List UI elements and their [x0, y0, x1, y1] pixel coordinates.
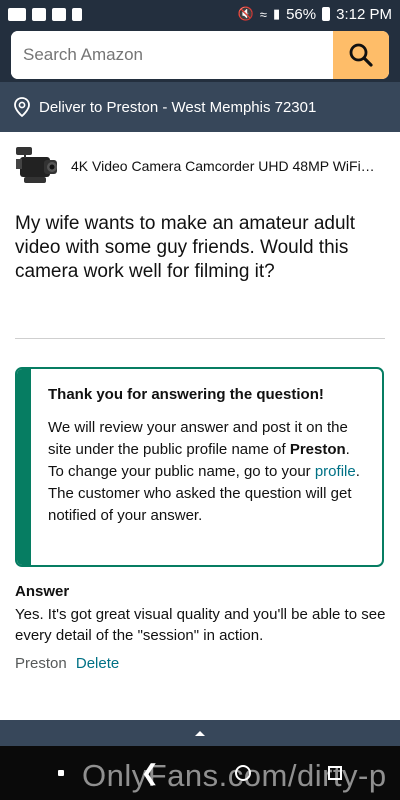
- public-profile-name: Preston: [289, 441, 346, 458]
- camcorder-product-image: [14, 143, 60, 189]
- answer-author: Preston: [15, 655, 67, 672]
- clock: 3:12 PM: [336, 5, 392, 23]
- notification-icon: [72, 7, 82, 21]
- facebook-icon: [32, 7, 46, 21]
- status-bar: 🔇 ≈ ▮ 56% 3:12 PM: [0, 0, 400, 28]
- product-row[interactable]: 4K Video Camera Camcorder UHD 48MP WiFi…: [14, 143, 386, 189]
- b-app-icon: [52, 7, 66, 21]
- answer-heading: Answer: [15, 583, 70, 600]
- mute-icon: 🔇: [237, 6, 254, 21]
- youtube-icon: [8, 7, 26, 21]
- home-button[interactable]: [235, 765, 252, 781]
- search-input[interactable]: [11, 31, 333, 79]
- delete-answer-link[interactable]: Delete: [76, 655, 119, 672]
- alert-body: We will review your answer and post it o…: [48, 417, 368, 527]
- search-button[interactable]: [333, 31, 389, 79]
- success-alert: Thank you for answering the question! We…: [15, 367, 384, 567]
- location-pin-icon: [14, 97, 30, 117]
- header: [0, 28, 400, 82]
- search-icon: [349, 43, 373, 67]
- alert-accent-bar: [17, 369, 31, 565]
- divider: [15, 338, 385, 339]
- battery-level: 56%: [286, 5, 317, 23]
- alert-title: Thank you for answering the question!: [48, 386, 324, 403]
- apps-button[interactable]: [327, 766, 342, 780]
- back-to-top-button[interactable]: [0, 720, 400, 746]
- deliver-to-text: Deliver to Preston - West Memphis 72301: [39, 98, 317, 116]
- android-nav-bar: ❮: [0, 746, 400, 800]
- chevron-up-icon: [195, 731, 205, 736]
- recent-apps-button[interactable]: [58, 770, 65, 776]
- product-title[interactable]: 4K Video Camera Camcorder UHD 48MP WiFi…: [71, 158, 383, 174]
- deliver-to-bar[interactable]: Deliver to Preston - West Memphis 72301: [0, 82, 400, 132]
- profile-link[interactable]: profile: [315, 463, 356, 480]
- back-button[interactable]: ❮: [141, 760, 159, 786]
- battery-icon: [322, 7, 331, 21]
- search-box: [11, 31, 389, 79]
- wifi-icon: ≈: [259, 6, 267, 22]
- answer-meta: Preston Delete: [15, 655, 119, 672]
- answer-text: Yes. It's got great visual quality and y…: [15, 606, 386, 644]
- question-text: My wife wants to make an amateur adult v…: [15, 213, 356, 282]
- notification-icons: [8, 7, 82, 21]
- signal-icon: ▮: [272, 6, 281, 21]
